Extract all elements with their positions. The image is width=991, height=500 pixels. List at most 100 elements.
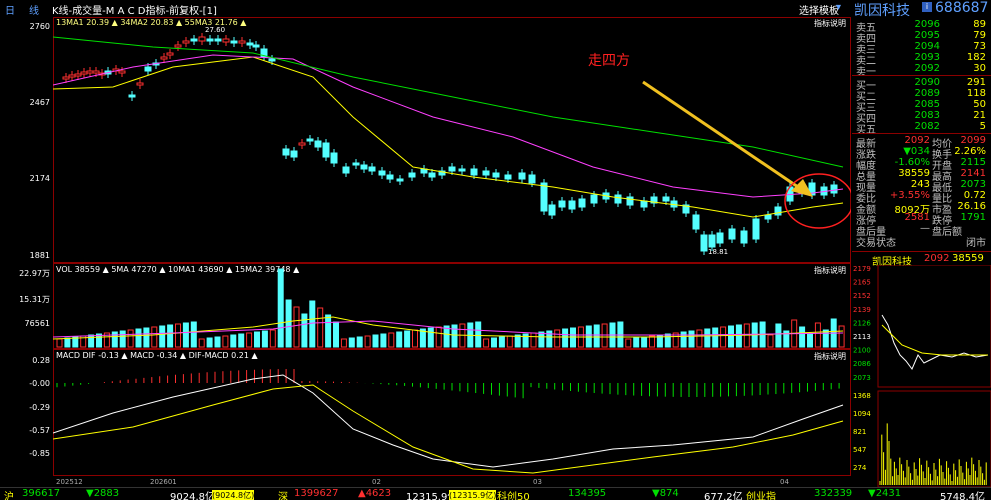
volume-bar [143,327,150,348]
template-button[interactable]: 选择模板 [799,2,839,17]
sh-amount-2: (9024.8亿) [212,490,255,500]
candle-body [144,66,152,72]
volume-bar [412,329,418,348]
candle-body [504,174,512,180]
volume-bar [435,326,442,348]
bid-volume: 118 [966,88,986,99]
volume-bar [483,338,490,348]
kc-index[interactable]: 134395 [568,488,606,499]
candle-body [230,40,238,44]
dif-line [53,374,844,468]
candle-body [74,73,82,77]
candle-body [80,71,88,75]
mini-price-label: 2165 [853,279,871,287]
candle-body [378,170,386,176]
sh-label: 沪 [4,492,14,500]
y-label-3: 1881 [29,251,50,260]
mini-price-label: 2073 [853,374,871,382]
candle-body [92,70,100,74]
low-marker: 18.81 [708,248,729,256]
volume-bar [261,330,268,348]
volume-bar [838,325,845,348]
sh-index[interactable]: 396617 [22,488,60,499]
ask-price: 2095 [914,30,940,41]
quote-value-1: 38559 [898,168,930,179]
dea-line [53,384,844,474]
template-dropdown-icon[interactable]: ▾ [836,2,841,13]
volume-bar [277,268,284,348]
candle-body [314,140,322,148]
candle-body [166,52,174,56]
cy-index[interactable]: 332339 [814,488,852,499]
volume-bar [198,338,205,348]
volume-bar [238,333,245,348]
mini-price-label: 2086 [853,360,871,368]
kc-amount: 677.2亿 [704,492,743,500]
candle-body [268,58,276,62]
mini-price-label: 2126 [853,319,871,327]
macd-svg [53,369,844,474]
intraday-mini-chart[interactable]: 2179 2165 2152 2139 2126 2113 2100 2086 2073 1368… [852,265,991,487]
quote-value-2: 2115 [960,157,986,168]
volume-bar [807,333,813,348]
macd-label-3: -0.57 [29,426,50,435]
candle-body [252,44,260,48]
mini-vol-label: 547 [853,446,866,454]
sz-label: 深 [278,492,288,500]
trade-status-label: 交易状态 [856,238,896,249]
sh-change: ▼2883 [86,488,120,499]
vol-label-2: 76561 [24,319,50,328]
candle-body [626,196,634,206]
volume-bar [506,335,513,348]
volume-bar [159,325,166,348]
candle-body [322,142,330,158]
volume-bar [570,327,576,348]
candle-body [470,168,478,176]
candle-body [238,40,246,44]
candle-body [118,70,126,74]
candle-body [716,232,724,244]
cy-change: ▼2431 [868,488,902,499]
candle-body [128,94,136,98]
volume-bar [230,334,237,348]
kc-label: 科创50 [497,492,530,500]
volume-bar [633,337,640,348]
candle-body [306,138,314,142]
candle-body [558,200,566,208]
ask-row[interactable]: 卖一 2092 30 [856,63,990,78]
sz-index[interactable]: 1399627 [294,488,339,499]
volume-bar [767,334,774,348]
quote-panel: 卖五 2096 89 卖四 2095 79 卖三 2094 73 卖二 2093 182 卖一 2092 3… [852,17,991,250]
candle-body [368,166,376,172]
ask-volume: 79 [973,30,986,41]
candle-body [640,200,648,208]
kc-change: ▼874 [652,488,679,499]
volume-bar [269,329,276,348]
volume-bar [404,330,411,348]
candle-body [740,230,748,244]
volume-svg [53,268,845,348]
bid-row[interactable]: 买五 2082 5 [856,121,990,136]
macd-label-0: 0.28 [32,356,50,365]
ask-volume: 30 [973,63,986,74]
tab-day[interactable]: 日 [5,2,15,17]
volume-bar [814,322,821,348]
candle-body [662,196,670,202]
volume-bar [88,334,95,348]
quote-value-2: 2073 [960,179,986,190]
candle-body [764,214,772,220]
candle-body [360,164,368,170]
volume-bar [167,324,174,348]
info-icon[interactable]: i [922,2,932,12]
volume-bar [222,335,229,348]
candle-body [482,170,490,176]
sh-amount: 9024.8亿 [170,492,215,500]
ask-price: 2094 [914,41,940,52]
volume-bar [127,329,134,348]
volume-bar [364,335,371,348]
tab-line[interactable]: 线 [29,2,39,17]
volume-bar [246,332,253,348]
volume-bar [775,323,782,348]
sz-change: ▲4623 [358,488,392,499]
candle-body [214,38,222,42]
